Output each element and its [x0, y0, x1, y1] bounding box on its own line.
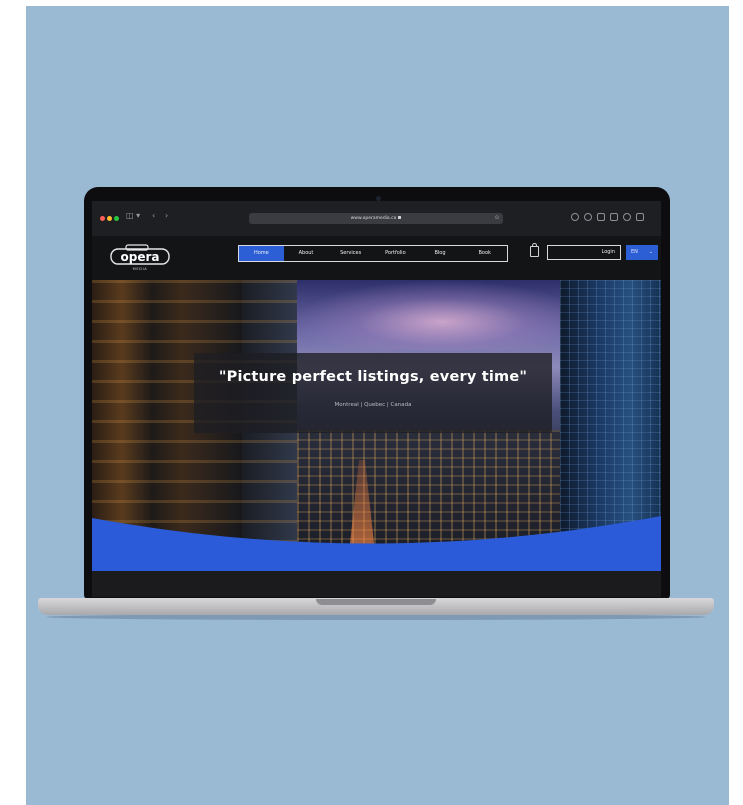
- nav-services[interactable]: Services: [328, 246, 373, 261]
- lock-icon: [398, 216, 402, 219]
- history-icon[interactable]: [584, 213, 592, 221]
- sky-glow: [292, 280, 592, 350]
- nav-book[interactable]: Book: [462, 246, 507, 261]
- reader-icon[interactable]: ⊙: [495, 213, 499, 224]
- hero-location: Montreal | Quebec | Canada: [334, 402, 412, 408]
- sidebar-toggle-icon[interactable]: ◫ ▾: [126, 210, 140, 222]
- language-selector[interactable]: EN ⌄: [626, 245, 658, 260]
- address-bar[interactable]: www.operamedia.ca ⊙: [249, 213, 503, 224]
- close-window-button[interactable]: [100, 216, 105, 221]
- hero-caption-box: "Picture perfect listings, every time" M…: [194, 353, 552, 433]
- language-label: EN: [631, 249, 638, 255]
- laptop-opening-notch: [316, 599, 436, 605]
- download-icon[interactable]: [571, 213, 579, 221]
- hero-wave: [92, 516, 661, 571]
- laptop-screen: ◫ ▾ ‹ › www.operamedia.ca ⊙ opera MEDIA …: [92, 201, 661, 571]
- laptop-chin: [92, 571, 661, 597]
- browser-toolbar: ◫ ▾ ‹ › www.operamedia.ca ⊙: [92, 201, 661, 236]
- nav-blog[interactable]: Blog: [418, 246, 463, 261]
- logo-word: opera: [121, 250, 160, 264]
- logo-sub: MEDIA: [133, 267, 148, 271]
- url-text: www.operamedia.ca: [350, 216, 397, 221]
- tabs-overview-icon[interactable]: [636, 213, 644, 221]
- back-icon[interactable]: ‹: [152, 210, 155, 222]
- minimize-window-button[interactable]: [107, 216, 112, 221]
- zoom-window-button[interactable]: [114, 216, 119, 221]
- login-button[interactable]: Login: [547, 245, 621, 260]
- extensions-icon[interactable]: [610, 213, 618, 221]
- site-header: opera MEDIA Home About Services Portfoli…: [92, 236, 661, 280]
- main-nav: Home About Services Portfolio Blog Book: [238, 245, 508, 262]
- nav-home[interactable]: Home: [239, 246, 284, 261]
- nav-about[interactable]: About: [284, 246, 329, 261]
- hero-section: "Picture perfect listings, every time" M…: [92, 280, 661, 571]
- settings-icon[interactable]: [623, 213, 631, 221]
- shopping-bag-icon[interactable]: [530, 243, 539, 257]
- share-icon[interactable]: [597, 213, 605, 221]
- hero-tagline: "Picture perfect listings, every time": [218, 369, 528, 385]
- chevron-down-icon: ⌄: [648, 249, 653, 255]
- nav-portfolio[interactable]: Portfolio: [373, 246, 418, 261]
- forward-icon[interactable]: ›: [165, 210, 168, 222]
- opera-media-logo[interactable]: opera MEDIA: [108, 243, 172, 273]
